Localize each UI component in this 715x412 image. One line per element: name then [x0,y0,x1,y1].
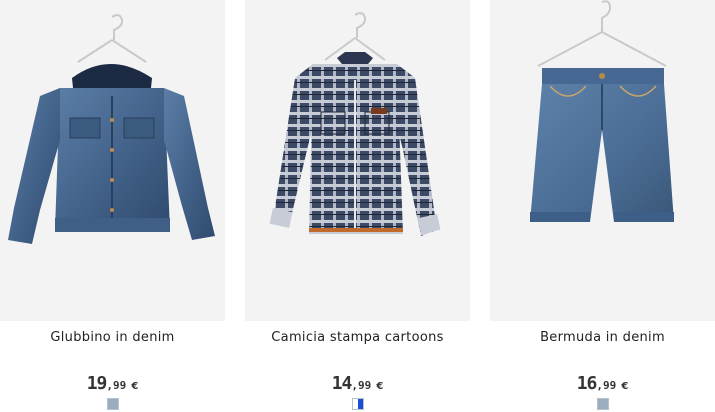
price-currency: € [621,381,629,392]
product-image-denim-bermuda[interactable] [490,0,715,321]
price-integer: 14 [331,373,353,394]
product-grid: Glubbino in denim 19,99 € Camicia stampa… [0,0,715,412]
price-currency: € [376,381,384,392]
color-swatch[interactable] [596,398,609,410]
product-price: 16,99 € [490,374,715,397]
product-price: 19,99 € [0,374,225,397]
product-card[interactable]: Glubbino in denim 19,99 € [0,0,225,412]
price-decimal: ,99 [596,379,617,392]
price-decimal: ,99 [106,379,127,392]
price-currency: € [131,381,139,392]
color-swatches [245,398,470,410]
product-name[interactable]: Bermuda in denim [490,330,715,345]
product-price: 14,99 € [245,374,470,397]
color-swatch[interactable] [357,398,364,410]
plaid-shirt-image [269,12,441,236]
price-integer: 16 [576,373,598,394]
product-image-denim-jacket[interactable] [0,0,225,321]
product-name[interactable]: Camicia stampa cartoons [245,330,470,345]
product-card[interactable]: Bermuda in denim 16,99 € [490,0,715,412]
product-card[interactable]: Camicia stampa cartoons 14,99 € [245,0,470,412]
product-image-plaid-shirt[interactable] [245,0,470,321]
price-integer: 19 [86,373,108,394]
color-swatches [490,398,715,410]
product-name[interactable]: Glubbino in denim [0,330,225,345]
color-swatches [0,398,225,410]
denim-bermuda-image [530,0,674,222]
color-swatch[interactable] [106,398,119,410]
denim-jacket-image [8,14,215,244]
price-decimal: ,99 [351,379,372,392]
